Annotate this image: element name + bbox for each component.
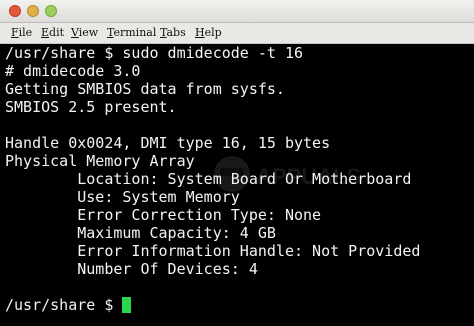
terminal-output[interactable]: APPUALS /usr/share $ sudo dmidecode -t 1…	[0, 44, 474, 326]
terminal-line-handle: Handle 0x0024, DMI type 16, 15 bytes	[5, 134, 331, 152]
terminal-prompt-line[interactable]: /usr/share $	[5, 296, 132, 314]
menu-help[interactable]: Help	[195, 26, 222, 39]
menu-view[interactable]: View	[71, 26, 98, 39]
terminal-line-command: /usr/share $ sudo dmidecode -t 16	[5, 44, 304, 62]
terminal-prompt: /usr/share $	[5, 296, 123, 314]
terminal-line-use: Use: System Memory	[5, 188, 240, 206]
menu-edit[interactable]: Edit	[41, 26, 64, 39]
terminal-line-device-count: Number Of Devices: 4	[5, 260, 258, 278]
terminal-line-smbios-source: Getting SMBIOS data from sysfs.	[5, 80, 285, 98]
title-bar	[0, 0, 474, 23]
terminal-line-error-handle: Error Information Handle: Not Provided	[5, 242, 421, 260]
maximize-window-button[interactable]	[45, 5, 57, 17]
terminal-cursor	[122, 297, 132, 313]
minimize-window-button[interactable]	[27, 5, 39, 17]
menu-terminal[interactable]: Terminal	[107, 26, 156, 39]
terminal-line-version: # dmidecode 3.0	[5, 62, 141, 80]
terminal-line-location: Location: System Board Or Motherboard	[5, 170, 412, 188]
menu-tabs[interactable]: Tabs	[160, 26, 186, 39]
terminal-line-smbios-version: SMBIOS 2.5 present.	[5, 98, 177, 116]
menu-file[interactable]: File	[11, 26, 32, 39]
terminal-line-array-title: Physical Memory Array	[5, 152, 195, 170]
close-window-button[interactable]	[9, 5, 21, 17]
terminal-line-max-capacity: Maximum Capacity: 4 GB	[5, 224, 276, 242]
terminal-line-error-correction: Error Correction Type: None	[5, 206, 322, 224]
terminal-window: File Edit View Terminal Tabs Help APPUAL…	[0, 0, 474, 326]
menu-bar: File Edit View Terminal Tabs Help	[0, 23, 474, 44]
